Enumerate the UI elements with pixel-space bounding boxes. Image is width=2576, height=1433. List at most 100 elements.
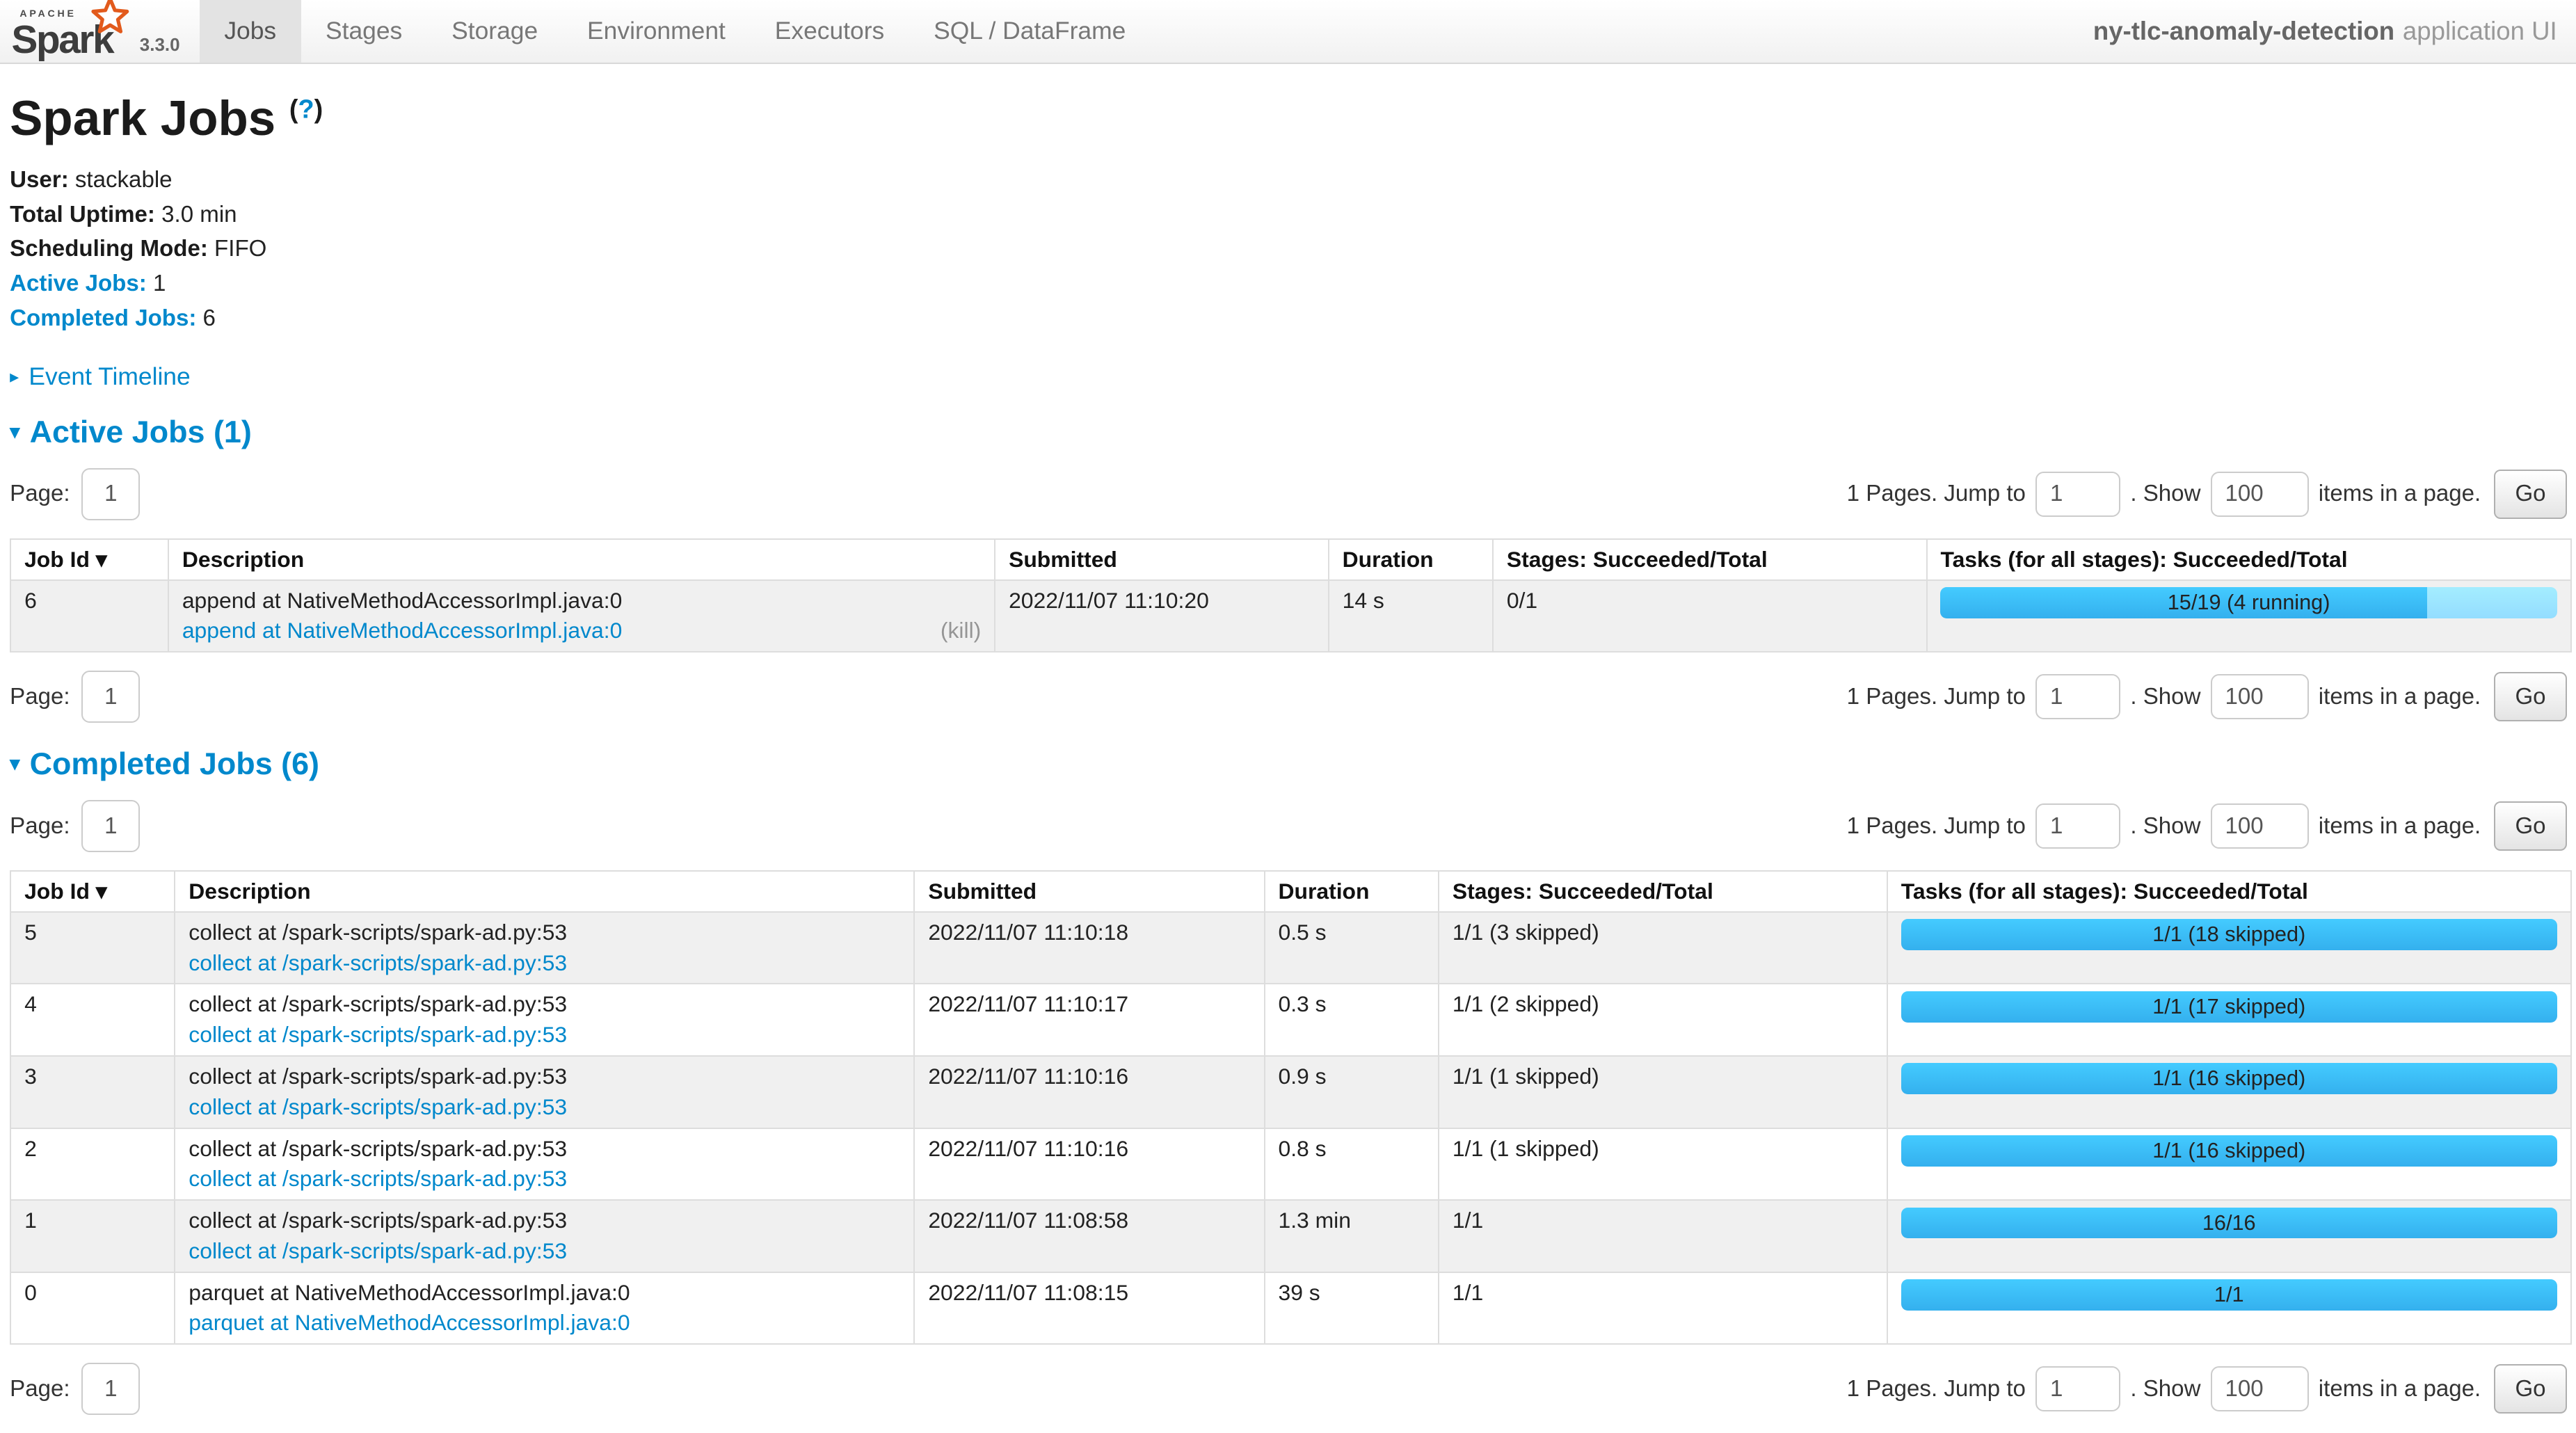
duration-cell: 14 s xyxy=(1329,580,1493,653)
spark-version: 3.3.0 xyxy=(140,34,180,56)
progress-label: 16/16 xyxy=(1901,1208,2557,1239)
job-link[interactable]: collect at /spark-scripts/spark-ad.py:53 xyxy=(189,1166,567,1191)
active-jobs-header[interactable]: ▾ Active Jobs (1) xyxy=(10,414,2567,450)
tab-sql-dataframe[interactable]: SQL / DataFrame xyxy=(909,0,1151,63)
tab-stages[interactable]: Stages xyxy=(301,0,427,63)
column-header[interactable]: Stages: Succeeded/Total xyxy=(1439,871,1887,912)
navbar: APACHE Spark 3.3.0 JobsStagesStorageEnvi… xyxy=(0,0,2576,64)
show-label: . Show xyxy=(2130,481,2200,507)
job-link[interactable]: collect at /spark-scripts/spark-ad.py:53 xyxy=(189,1022,567,1047)
stages-cell: 1/1 (3 skipped) xyxy=(1439,912,1887,984)
column-header[interactable]: Submitted xyxy=(995,539,1329,580)
nav-tabs: JobsStagesStorageEnvironmentExecutorsSQL… xyxy=(200,0,1151,63)
jump-to-page-input[interactable] xyxy=(2035,1366,2120,1411)
column-header[interactable]: Duration xyxy=(1265,871,1439,912)
items-per-page-input[interactable] xyxy=(2211,674,2309,719)
pagination-bar: Page: 1 Pages. Jump to . Show items in a… xyxy=(10,468,2567,520)
column-header[interactable]: Tasks (for all stages): Succeeded/Total xyxy=(1927,539,2571,580)
tasks-cell: 1/1 (16 skipped) xyxy=(1887,1128,2571,1201)
show-label: . Show xyxy=(2130,684,2200,710)
pages-jump-text: 1 Pages. Jump to xyxy=(1847,684,2026,710)
column-header[interactable]: Tasks (for all stages): Succeeded/Total xyxy=(1887,871,2571,912)
event-timeline-toggle[interactable]: ▸ Event Timeline xyxy=(10,362,2567,391)
job-link[interactable]: collect at /spark-scripts/spark-ad.py:53 xyxy=(189,1238,567,1263)
description-cell: append at NativeMethodAccessorImpl.java:… xyxy=(168,580,995,653)
column-header[interactable]: Job Id ▾ xyxy=(10,539,168,580)
kill-link[interactable]: (kill) xyxy=(941,616,981,646)
stages-cell: 1/1 (1 skipped) xyxy=(1439,1056,1887,1128)
pages-jump-text: 1 Pages. Jump to xyxy=(1847,813,2026,840)
progress-label: 15/19 (4 running) xyxy=(1940,587,2557,618)
summary-label[interactable]: Active Jobs: xyxy=(10,271,147,296)
items-in-page-label: items in a page. xyxy=(2319,813,2481,840)
tab-environment[interactable]: Environment xyxy=(563,0,751,63)
job-description: collect at /spark-scripts/spark-ad.py:53 xyxy=(189,918,900,948)
active-jobs-title: Active Jobs (1) xyxy=(30,414,252,450)
duration-cell: 0.3 s xyxy=(1265,984,1439,1056)
job-link[interactable]: parquet at NativeMethodAccessorImpl.java… xyxy=(189,1310,630,1335)
app-ui-suffix: application UI xyxy=(2403,17,2557,46)
column-header[interactable]: Stages: Succeeded/Total xyxy=(1493,539,1927,580)
progress-label: 1/1 (18 skipped) xyxy=(1901,919,2557,950)
summary-item: Scheduling Mode: FIFO xyxy=(10,235,2567,263)
description-cell: collect at /spark-scripts/spark-ad.py:53… xyxy=(175,1056,914,1128)
summary-item: User: stackable xyxy=(10,166,2567,194)
active-jobs-table: Job Id ▾DescriptionSubmittedDurationStag… xyxy=(10,538,2571,653)
go-button[interactable]: Go xyxy=(2494,1364,2567,1414)
items-per-page-input[interactable] xyxy=(2211,472,2309,517)
page-content: Spark Jobs (?) User: stackableTotal Upti… xyxy=(0,90,2576,1415)
jump-to-page-input[interactable] xyxy=(2035,472,2120,517)
task-progress-bar: 16/16 xyxy=(1901,1208,2557,1239)
tab-storage[interactable]: Storage xyxy=(427,0,563,63)
items-per-page-input[interactable] xyxy=(2211,1366,2309,1411)
job-description: parquet at NativeMethodAccessorImpl.java… xyxy=(189,1278,900,1308)
job-link[interactable]: collect at /spark-scripts/spark-ad.py:53 xyxy=(189,950,567,975)
description-cell: collect at /spark-scripts/spark-ad.py:53… xyxy=(175,1200,914,1272)
progress-label: 1/1 (16 skipped) xyxy=(1901,1135,2557,1167)
task-progress-bar: 1/1 (17 skipped) xyxy=(1901,991,2557,1023)
summary-item: Completed Jobs: 6 xyxy=(10,305,2567,333)
column-header[interactable]: Description xyxy=(175,871,914,912)
description-cell: collect at /spark-scripts/spark-ad.py:53… xyxy=(175,1128,914,1201)
page-input[interactable] xyxy=(81,1363,140,1415)
column-header[interactable]: Submitted xyxy=(914,871,1264,912)
jump-to-page-input[interactable] xyxy=(2035,674,2120,719)
summary-label[interactable]: Completed Jobs: xyxy=(10,305,196,331)
jump-to-page-input[interactable] xyxy=(2035,803,2120,849)
tasks-cell: 1/1 xyxy=(1887,1272,2571,1345)
job-link[interactable]: append at NativeMethodAccessorImpl.java:… xyxy=(182,618,623,643)
column-header[interactable]: Description xyxy=(168,539,995,580)
task-progress-bar: 1/1 (16 skipped) xyxy=(1901,1135,2557,1167)
page-input[interactable] xyxy=(81,671,140,723)
job-description: collect at /spark-scripts/spark-ad.py:53 xyxy=(189,1062,900,1092)
header-row: Job Id ▾DescriptionSubmittedDurationStag… xyxy=(10,539,2570,580)
column-header[interactable]: Job Id ▾ xyxy=(10,871,175,912)
items-per-page-input[interactable] xyxy=(2211,803,2309,849)
stages-cell: 1/1 xyxy=(1439,1200,1887,1272)
tab-executors[interactable]: Executors xyxy=(750,0,909,63)
tab-jobs[interactable]: Jobs xyxy=(200,0,301,63)
job-id-cell: 1 xyxy=(10,1200,175,1272)
page-input[interactable] xyxy=(81,468,140,520)
go-button[interactable]: Go xyxy=(2494,470,2567,519)
pages-jump-text: 1 Pages. Jump to xyxy=(1847,481,2026,507)
job-link[interactable]: collect at /spark-scripts/spark-ad.py:53 xyxy=(189,1094,567,1119)
go-button[interactable]: Go xyxy=(2494,801,2567,851)
go-button[interactable]: Go xyxy=(2494,672,2567,721)
spark-logo: APACHE Spark xyxy=(0,0,120,63)
items-in-page-label: items in a page. xyxy=(2319,684,2481,710)
show-label: . Show xyxy=(2130,1376,2200,1402)
completed-jobs-header[interactable]: ▾ Completed Jobs (6) xyxy=(10,746,2567,782)
tasks-cell: 1/1 (17 skipped) xyxy=(1887,984,2571,1056)
duration-cell: 0.5 s xyxy=(1265,912,1439,984)
page-input[interactable] xyxy=(81,800,140,852)
job-description: collect at /spark-scripts/spark-ad.py:53 xyxy=(189,1134,900,1164)
tasks-cell: 15/19 (4 running) xyxy=(1927,580,2571,653)
app-title: ny-tlc-anomaly-detection application UI xyxy=(2093,0,2576,63)
column-header[interactable]: Duration xyxy=(1329,539,1493,580)
pages-jump-text: 1 Pages. Jump to xyxy=(1847,1376,2026,1402)
progress-label: 1/1 (17 skipped) xyxy=(1901,991,2557,1023)
submitted-cell: 2022/11/07 11:10:17 xyxy=(914,984,1264,1056)
help-link[interactable]: ? xyxy=(298,95,314,124)
summary-item: Total Uptime: 3.0 min xyxy=(10,201,2567,229)
